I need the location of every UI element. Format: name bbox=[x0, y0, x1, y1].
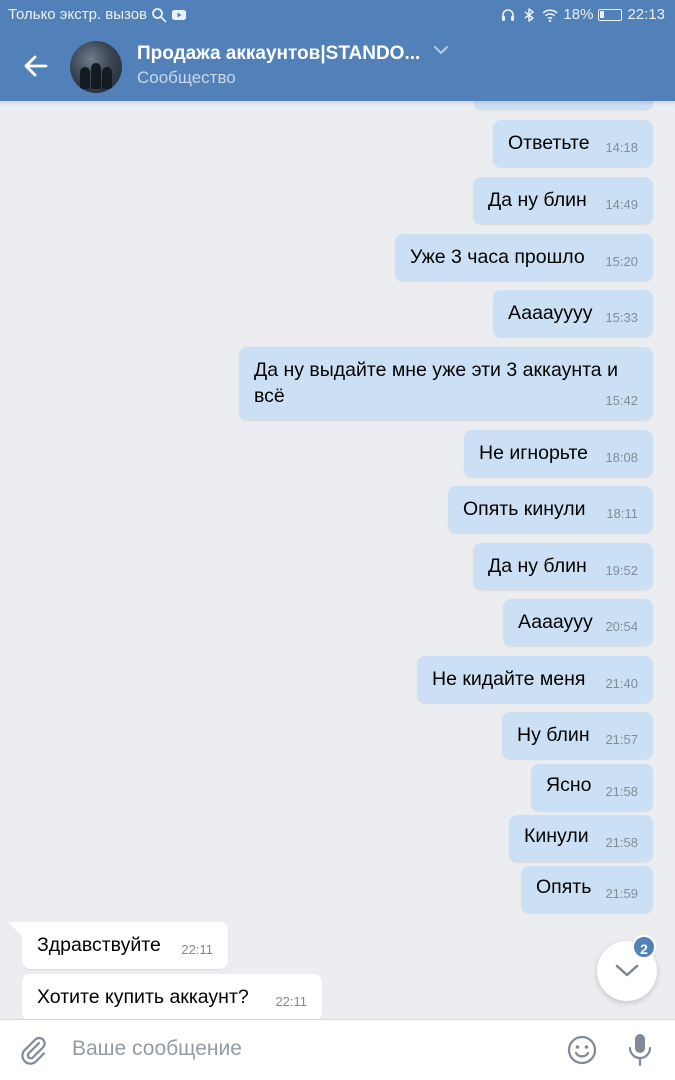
message-time: 21:40 bbox=[605, 676, 638, 691]
message-outgoing[interactable]: Опять 21:59 bbox=[521, 866, 653, 913]
emoji-icon[interactable] bbox=[566, 1034, 598, 1066]
message-text: Да ну блин bbox=[488, 555, 587, 577]
message-text: Аааауyy bbox=[518, 611, 593, 633]
chat-screen: Ответьте 14:18 Да ну блин 14:49 Уже 3 ча… bbox=[0, 0, 675, 1080]
message-text: Ясно bbox=[546, 774, 592, 796]
message-outgoing[interactable]: Ответьте 14:18 bbox=[493, 120, 653, 167]
status-bar: Только экстр. вызов 18% 22:13 bbox=[0, 0, 675, 30]
youtube-icon bbox=[172, 9, 187, 20]
message-text: Хотите купить аккаунт? bbox=[37, 986, 249, 1008]
clock: 22:13 bbox=[627, 6, 665, 23]
message-outgoing[interactable]: Уже 3 часа прошло 15:20 bbox=[395, 234, 653, 281]
chat-subtitle: Сообщество bbox=[137, 68, 236, 87]
message-outgoing[interactable]: Не игнорьте 18:08 bbox=[464, 430, 653, 477]
battery-icon bbox=[598, 8, 623, 21]
chat-header: Продажа аккаунтов|STANDO... Сообщество bbox=[0, 30, 675, 101]
chevron-down-icon[interactable] bbox=[433, 44, 449, 56]
message-text: Да ну выдайте мне уже эти 3 аккаунта и в… bbox=[254, 359, 618, 407]
message-incoming[interactable]: Хотите купить аккаунт? 22:11 bbox=[22, 974, 322, 1021]
message-time: 18:11 bbox=[606, 506, 638, 521]
message-time: 22:11 bbox=[181, 942, 213, 957]
bluetooth-icon bbox=[524, 7, 535, 22]
message-time: 15:33 bbox=[605, 310, 638, 325]
message-text: Да ну блин bbox=[488, 189, 587, 211]
message-time: 18:08 bbox=[605, 450, 638, 465]
back-button[interactable] bbox=[16, 46, 56, 86]
chevron-down-icon bbox=[615, 964, 639, 977]
headphones-icon bbox=[502, 8, 515, 21]
message-outgoing[interactable]: Не кидайте меня 21:40 bbox=[417, 656, 653, 703]
message-composer: Ваше сообщение bbox=[0, 1019, 675, 1080]
message-text: Уже 3 часа прошло bbox=[410, 246, 585, 268]
message-outgoing[interactable]: Опять кинули 18:11 bbox=[448, 486, 653, 533]
message-input[interactable]: Ваше сообщение bbox=[72, 1037, 242, 1061]
message-time: 21:59 bbox=[605, 886, 638, 901]
message-incoming[interactable]: Здравствуйте 22:11 bbox=[22, 922, 228, 969]
attach-icon[interactable] bbox=[18, 1034, 50, 1066]
message-time: 14:18 bbox=[605, 140, 638, 155]
message-time: 21:58 bbox=[605, 784, 638, 799]
message-time: 15:20 bbox=[605, 254, 638, 269]
message-outgoing[interactable]: Аааауyy 20:54 bbox=[503, 599, 653, 646]
message-text: Не игнорьте bbox=[479, 442, 589, 464]
message-text: Опять кинули bbox=[463, 498, 586, 520]
message-text: Ответьте bbox=[508, 132, 590, 154]
message-time: 14:49 bbox=[605, 197, 638, 212]
arrow-left-icon bbox=[24, 55, 48, 77]
message-time: 22:11 bbox=[275, 994, 307, 1009]
message-text: Опять bbox=[536, 876, 592, 898]
message-outgoing[interactable]: Да ну выдайте мне уже эти 3 аккаунта и в… bbox=[239, 347, 653, 420]
battery-percent: 18% bbox=[563, 6, 594, 23]
message-time: 19:52 bbox=[605, 563, 638, 578]
message-text: Ну блин bbox=[517, 724, 590, 746]
wifi-icon bbox=[542, 8, 558, 22]
message-text: Кинули bbox=[524, 825, 589, 847]
chat-title[interactable]: Продажа аккаунтов|STANDO... bbox=[137, 43, 420, 65]
message-text: Не кидайте меня bbox=[432, 668, 586, 690]
message-outgoing[interactable]: Ну блин 21:57 bbox=[502, 712, 653, 759]
unread-count-badge: 2 bbox=[632, 935, 656, 959]
carrier-text: Только экстр. вызов bbox=[8, 6, 148, 23]
microphone-icon[interactable] bbox=[624, 1032, 656, 1068]
message-outgoing[interactable]: Кинули 21:58 bbox=[509, 815, 653, 862]
message-time: 20:54 bbox=[605, 619, 638, 634]
message-time: 21:57 bbox=[605, 732, 638, 747]
message-time: 21:58 bbox=[605, 835, 638, 850]
message-outgoing[interactable]: Да ну блин 19:52 bbox=[473, 543, 653, 590]
top-bar: Только экстр. вызов 18% 22:13 Продажа ак… bbox=[0, 0, 675, 101]
message-outgoing[interactable]: Ясно 21:58 bbox=[531, 764, 653, 811]
message-text: Аааауууу bbox=[508, 302, 593, 324]
message-outgoing[interactable]: Да ну блин 14:49 bbox=[473, 177, 653, 224]
message-time: 15:42 bbox=[605, 393, 638, 408]
message-outgoing[interactable]: Аааауууу 15:33 bbox=[493, 290, 653, 337]
message-text: Здравствуйте bbox=[37, 934, 161, 956]
community-avatar[interactable] bbox=[70, 41, 122, 93]
search-icon bbox=[152, 7, 167, 22]
